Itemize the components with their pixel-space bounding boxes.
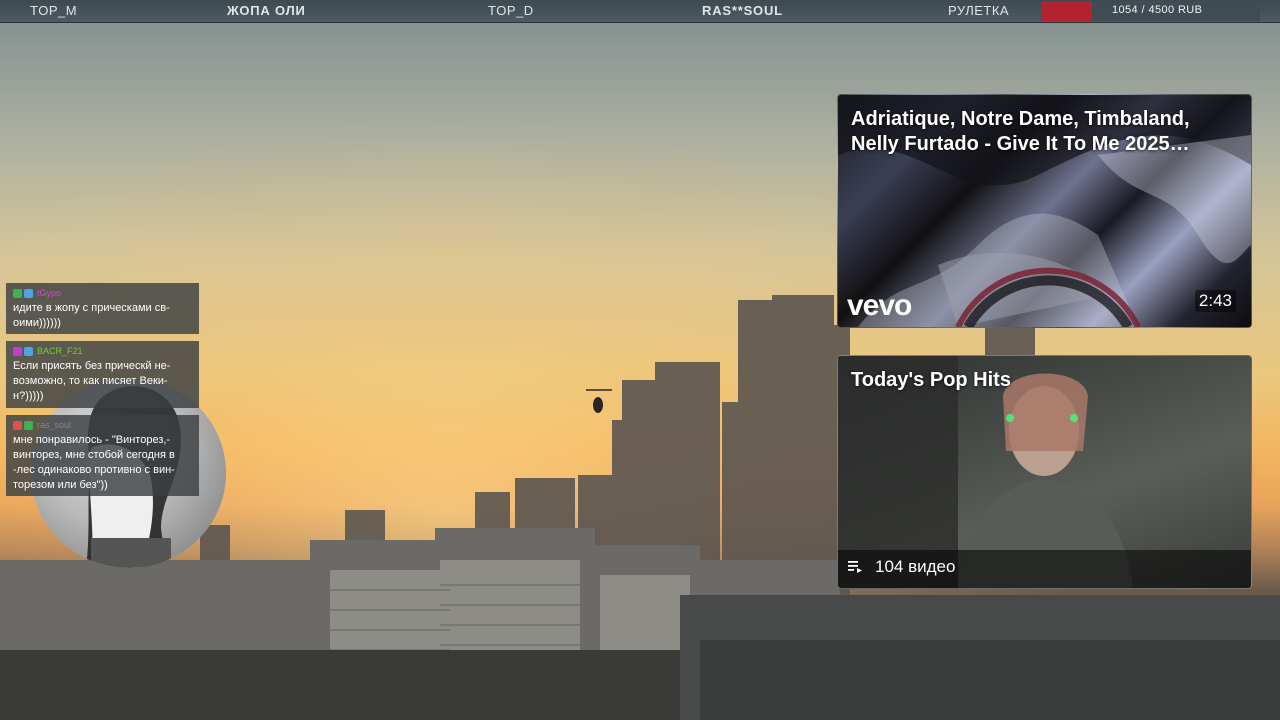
playlist-info-bar: 104 видео	[838, 550, 1251, 588]
vevo-logo: vevo	[847, 289, 912, 322]
roulette-label: РУЛЕТКА	[948, 3, 1010, 18]
top-d-label: TOP_D	[488, 3, 534, 18]
chat-text: идите в жопу с прическами св-оими))))))	[13, 302, 170, 329]
chat-username: BACR_F21	[37, 345, 83, 356]
badge-icon	[13, 288, 22, 298]
video-title: Adriatique, Notre Dame, Timbaland, Nelly…	[851, 108, 1190, 155]
zhopa-oli-label: ЖОПА ОЛИ	[227, 3, 306, 18]
chat-text: Если присять без прическй не-возможно, т…	[13, 360, 171, 402]
video-card[interactable]: Adriatique, Notre Dame, Timbaland, Nelly…	[837, 94, 1252, 328]
chat-message: ras_soul мне понравилось - "Винторез,-ви…	[6, 415, 199, 496]
chat-username: tGypo	[37, 287, 62, 298]
playlist-card[interactable]: Today's Pop Hits 104 видео	[837, 355, 1252, 589]
donation-goal-text: 1054 / 4500 RUB	[1112, 4, 1203, 16]
top-bar: TOP_M ЖОПА ОЛИ TOP_D RAS**SOUL РУЛЕТКА 1…	[0, 0, 1280, 23]
badge-icon	[13, 420, 22, 430]
chat-message: tGypo идите в жопу с прическами св-оими)…	[6, 283, 199, 334]
donation-goal-bar: 1054 / 4500 RUB	[1041, 1, 1260, 21]
top-m-label: TOP_M	[30, 3, 78, 18]
playlist-title: Today's Pop Hits	[851, 369, 1011, 391]
badge-icon	[24, 346, 33, 356]
playlist-video-count: 104 видео	[875, 557, 956, 576]
chat-message: BACR_F21 Если присять без прическй не-во…	[6, 341, 199, 408]
badge-icon	[13, 346, 22, 356]
ras-soul-label: RAS**SOUL	[702, 3, 783, 18]
chat-text: мне понравилось - "Винторез,-винторез, м…	[13, 434, 175, 491]
badge-icon	[24, 288, 33, 298]
playlist-icon	[848, 561, 862, 573]
video-duration: 2:43	[1194, 290, 1236, 312]
badge-icon	[24, 420, 33, 430]
donation-goal-fill	[1041, 1, 1093, 21]
chat-username: ras_soul	[37, 419, 72, 430]
